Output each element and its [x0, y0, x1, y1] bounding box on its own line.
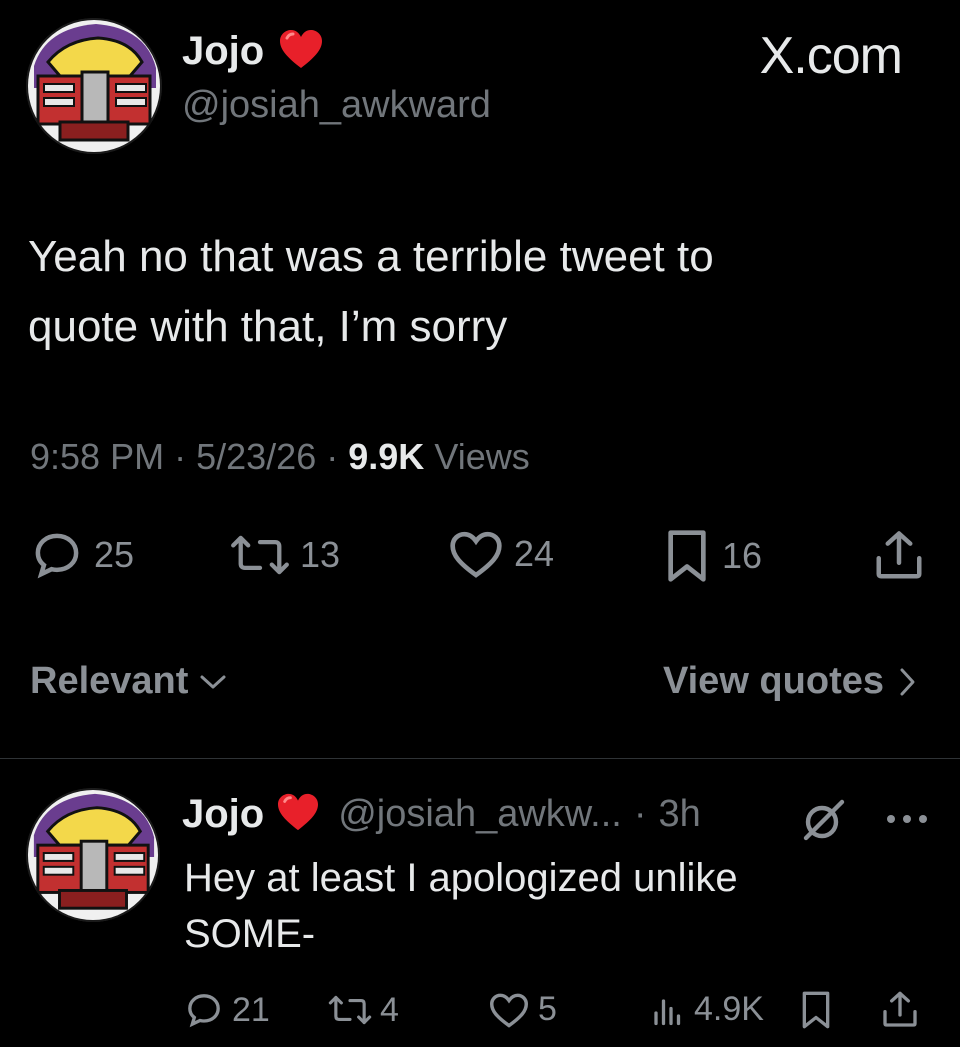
reply-header: Jojo @josiah_awkw... · 3h: [182, 792, 701, 837]
like-count: 5: [538, 990, 557, 1028]
divider: [0, 758, 960, 759]
like-button[interactable]: 24: [448, 528, 554, 580]
share-button[interactable]: [872, 528, 926, 584]
view-quotes-label: View quotes: [662, 660, 884, 702]
reply-count: 25: [94, 534, 135, 575]
separator-dot: ·: [326, 436, 339, 477]
bookmark-count: 16: [722, 535, 763, 576]
bookmark-icon: [668, 530, 706, 582]
like-count: 24: [514, 533, 555, 574]
reply-filter-row: Relevant View quotes: [30, 660, 930, 710]
reply-reply-button[interactable]: 21: [184, 990, 270, 1030]
repost-count: 13: [300, 534, 341, 575]
reply-repost-button[interactable]: 4: [328, 990, 399, 1030]
repost-count: 4: [380, 990, 399, 1029]
reply-display-name[interactable]: Jojo: [182, 792, 264, 837]
tweet-text: Yeah no that was a terrible tweet to quo…: [28, 222, 908, 362]
reply-icon: [35, 533, 79, 579]
reply-time[interactable]: 3h: [658, 793, 700, 836]
avatar-image: [26, 18, 162, 154]
chevron-right-icon: [900, 668, 915, 695]
brand-label: X.com: [759, 27, 903, 85]
sort-dropdown[interactable]: Relevant: [30, 660, 228, 703]
sort-label: Relevant: [30, 660, 189, 702]
tweet-time[interactable]: 9:58 PM: [30, 436, 164, 477]
heart-emoji-icon: [276, 792, 320, 837]
view-quotes-link[interactable]: View quotes: [663, 660, 918, 703]
repost-icon: [328, 995, 372, 1025]
tweet-text-line: Yeah no that was a terrible tweet to: [28, 232, 714, 281]
views-count: 4.9K: [694, 990, 764, 1028]
tweet-date[interactable]: 5/23/26: [196, 436, 316, 477]
bookmark-button[interactable]: 16: [662, 528, 762, 584]
separator-dot: ·: [174, 436, 187, 477]
reply-count: 21: [232, 990, 270, 1029]
more-icon: [887, 815, 927, 823]
reply-like-button[interactable]: 5: [488, 990, 557, 1029]
repost-button[interactable]: 13: [230, 528, 340, 582]
views-icon: [654, 998, 681, 1025]
reply-text-line: SOME-: [184, 912, 316, 956]
views-label: Views: [434, 436, 530, 477]
repost-icon: [231, 535, 289, 575]
tweet-text-line: quote with that, I’m sorry: [28, 302, 508, 351]
reply-text-line: Hey at least I apologized unlike: [184, 856, 738, 900]
views-count: 9.9K: [348, 436, 425, 477]
reply-handle[interactable]: @josiah_awkw...: [338, 793, 622, 836]
grok-icon: [803, 799, 845, 841]
reply-avatar[interactable]: [26, 788, 160, 922]
author-handle[interactable]: @josiah_awkward: [182, 84, 491, 127]
reply-views[interactable]: 4.9K: [650, 990, 764, 1029]
reply-button[interactable]: 25: [30, 528, 134, 582]
chevron-down-icon: [200, 675, 226, 688]
reply-actions: 21 4 5 4.9K: [184, 990, 944, 1040]
reply-bookmark-button[interactable]: [798, 990, 834, 1030]
author-name-row: Jojo: [182, 28, 324, 75]
share-icon: [883, 991, 917, 1027]
more-button[interactable]: [884, 812, 930, 831]
like-icon: [450, 531, 502, 578]
avatar-image: [26, 788, 160, 922]
like-icon: [489, 993, 529, 1028]
author-display-name[interactable]: Jojo: [182, 29, 264, 74]
avatar[interactable]: [26, 18, 162, 154]
bookmark-icon: [802, 991, 830, 1029]
reply-share-button[interactable]: [880, 990, 920, 1030]
grok-button[interactable]: [800, 796, 848, 849]
reply-icon: [188, 994, 220, 1028]
tweet-actions: 25 13 24 16: [30, 528, 930, 598]
separator-dot: ·: [633, 793, 647, 835]
heart-emoji-icon: [278, 28, 324, 75]
reply-text: Hey at least I apologized unlike SOME-: [184, 850, 904, 962]
share-icon: [876, 531, 922, 579]
tweet-meta: 9:58 PM · 5/23/26 · 9.9K Views: [30, 436, 530, 478]
